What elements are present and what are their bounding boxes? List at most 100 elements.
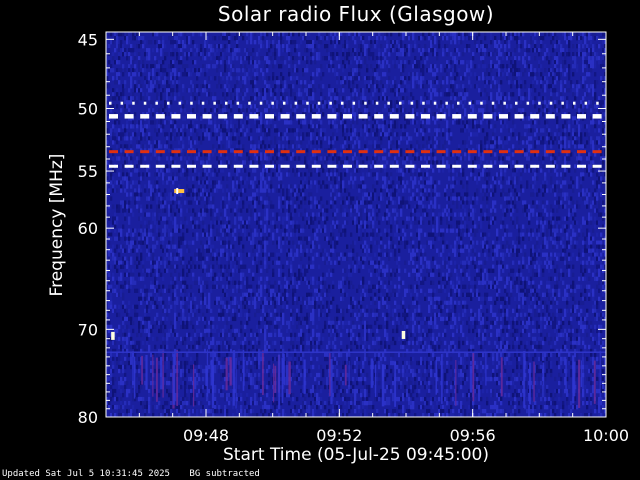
heatmap-cell <box>206 308 209 314</box>
heatmap-cell <box>308 104 311 109</box>
heatmap-cell <box>334 180 337 185</box>
heatmap-cell <box>184 164 187 169</box>
heatmap-cell <box>112 156 115 161</box>
heatmap-cell <box>222 232 225 237</box>
heatmap-cell <box>208 84 211 89</box>
spectrogram-figure: Solar radio Flux (Glasgow) 45 50 55 60 70 80 0… <box>0 0 640 480</box>
heatmap-cell <box>138 216 141 221</box>
heatmap-cell <box>200 112 203 117</box>
heatmap-cell <box>274 152 277 157</box>
heatmap-cell <box>146 232 149 237</box>
heatmap-cell <box>158 120 161 125</box>
heatmap-cell <box>316 188 319 193</box>
heatmap-cell <box>176 80 179 85</box>
heatmap-cell <box>118 132 121 137</box>
heatmap-cell <box>308 44 311 49</box>
heatmap-cell <box>338 308 341 314</box>
heatmap-cell <box>182 96 185 101</box>
heatmap-cell <box>308 200 311 205</box>
heatmap-cell <box>166 144 169 149</box>
heatmap-cell <box>138 180 141 185</box>
heatmap-cell <box>210 216 213 221</box>
heatmap-cell <box>166 52 169 57</box>
heatmap-cell <box>312 56 315 61</box>
heatmap-cell <box>134 260 137 265</box>
heatmap-cell <box>138 64 141 69</box>
heatmap-cell <box>226 60 229 65</box>
heatmap-cell <box>138 88 141 93</box>
heatmap-cell <box>210 272 213 277</box>
heatmap-cell <box>290 212 293 217</box>
heatmap-cell <box>160 52 163 57</box>
heatmap-cell <box>224 108 227 113</box>
heatmap-cell <box>196 104 199 109</box>
heatmap-cell <box>126 284 129 289</box>
heatmap-cell <box>292 344 295 350</box>
heatmap-cell <box>340 144 343 149</box>
heatmap-cell <box>232 36 235 41</box>
heatmap-cell <box>146 212 149 217</box>
heatmap-cell <box>122 32 125 37</box>
heatmap-cell <box>330 304 333 310</box>
heatmap-cell <box>168 108 171 113</box>
heatmap-cell <box>196 84 199 89</box>
heatmap-cell <box>328 240 331 245</box>
heatmap-cell <box>130 172 133 177</box>
heatmap-cell <box>124 212 127 217</box>
heatmap-cell <box>336 108 339 113</box>
heatmap-cell <box>152 236 155 241</box>
heatmap-cell <box>162 180 165 185</box>
heatmap-cell <box>318 276 321 281</box>
heatmap-cell <box>258 308 261 314</box>
heatmap-cell <box>112 204 115 209</box>
heatmap-cell <box>222 328 225 334</box>
heatmap-cell <box>302 344 305 350</box>
heatmap-cell <box>272 104 275 109</box>
heatmap-cell <box>110 196 113 201</box>
heatmap-cell <box>316 392 319 398</box>
heatmap-cell <box>266 288 269 293</box>
heatmap-cell <box>190 320 193 326</box>
heatmap-cell <box>120 260 123 265</box>
heatmap-cell <box>164 384 167 390</box>
heatmap-cell <box>112 392 115 398</box>
heatmap-cell <box>152 76 155 81</box>
heatmap-cell <box>212 328 215 334</box>
heatmap-cell <box>210 232 213 237</box>
heatmap-cell <box>184 108 187 113</box>
heatmap-cell <box>216 228 219 233</box>
heatmap-cell <box>234 328 237 334</box>
heatmap-cell <box>278 292 281 297</box>
heatmap-cell <box>178 44 181 49</box>
heatmap-cell <box>266 324 269 330</box>
heatmap-cell <box>168 36 171 41</box>
heatmap-cell <box>336 380 339 386</box>
heatmap-cell <box>268 136 271 141</box>
heatmap-cell <box>218 252 221 257</box>
heatmap-cell <box>340 376 343 382</box>
heatmap-cell <box>186 264 189 269</box>
heatmap-cell <box>244 292 247 297</box>
heatmap-cell <box>314 44 317 49</box>
heatmap-cell <box>172 252 175 257</box>
heatmap-cell <box>228 316 231 322</box>
heatmap-cell <box>158 204 161 209</box>
heatmap-cell <box>286 292 289 297</box>
heatmap-cell <box>316 296 319 301</box>
heatmap-cell <box>204 324 207 330</box>
heatmap-cell <box>246 224 249 229</box>
heatmap-cell <box>344 80 347 85</box>
heatmap-cell <box>224 304 227 310</box>
heatmap-cell <box>210 316 213 322</box>
heatmap-cell <box>116 92 119 97</box>
heatmap-cell <box>200 44 203 49</box>
heatmap-cell <box>146 236 149 241</box>
heatmap-cell <box>172 68 175 73</box>
heatmap-cell <box>156 144 159 149</box>
heatmap-cell <box>318 372 321 378</box>
heatmap-cell <box>264 156 267 161</box>
heatmap-cell <box>114 288 117 293</box>
heatmap-cell <box>180 136 183 141</box>
heatmap-cell <box>140 64 143 69</box>
heatmap-cell <box>214 368 217 374</box>
